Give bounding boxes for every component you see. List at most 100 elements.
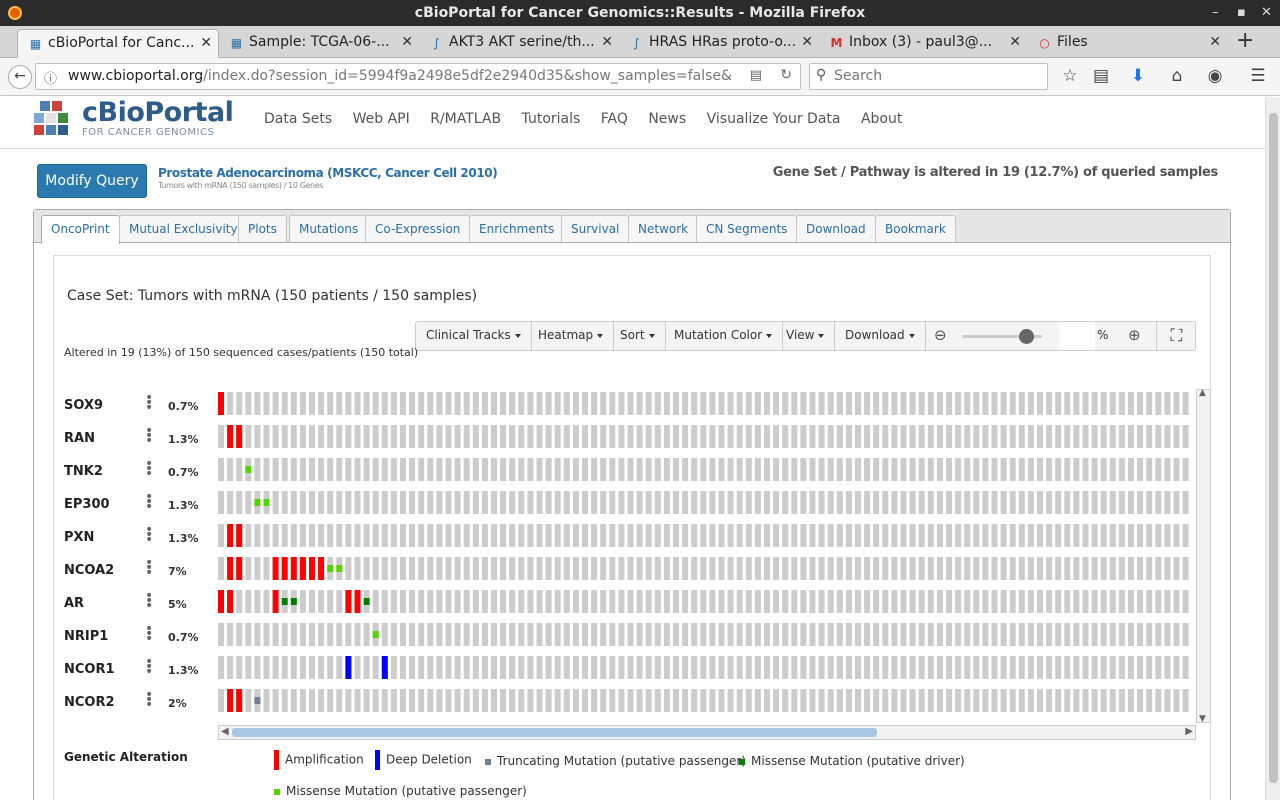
oncoprint-cell[interactable] bbox=[900, 689, 907, 712]
oncoprint-cell[interactable] bbox=[518, 557, 525, 580]
oncoprint-cell[interactable] bbox=[691, 524, 698, 547]
oncoprint-cell[interactable] bbox=[509, 458, 516, 481]
oncoprint-cell[interactable] bbox=[299, 524, 306, 547]
oncoprint-cell[interactable] bbox=[1073, 392, 1080, 415]
oncoprint-cell[interactable] bbox=[472, 689, 479, 712]
menu-tutorials[interactable]: Tutorials bbox=[522, 111, 581, 127]
oncoprint-cell[interactable] bbox=[318, 458, 325, 481]
oncoprint-cell[interactable] bbox=[663, 524, 670, 547]
oncoprint-cell[interactable] bbox=[336, 458, 343, 481]
oncoprint-cell[interactable] bbox=[427, 689, 434, 712]
oncoprint-cell[interactable] bbox=[627, 656, 634, 679]
oncoprint-cell[interactable] bbox=[527, 425, 534, 448]
oncoprint-cell[interactable] bbox=[909, 491, 916, 514]
oncoprint-cell[interactable] bbox=[691, 425, 698, 448]
close-window-icon[interactable]: ✕ bbox=[1261, 0, 1272, 26]
close-tab-icon[interactable]: ✕ bbox=[1009, 34, 1021, 50]
library-icon[interactable]: ▤ bbox=[1090, 66, 1112, 86]
oncoprint-cell[interactable] bbox=[436, 656, 443, 679]
oncoprint-cell[interactable] bbox=[527, 590, 534, 613]
oncoprint-cell[interactable] bbox=[418, 392, 425, 415]
oncoprint-cell[interactable] bbox=[509, 491, 516, 514]
oncoprint-cell[interactable] bbox=[782, 524, 789, 547]
oncoprint-cell[interactable] bbox=[754, 491, 761, 514]
oncoprint-cell[interactable] bbox=[927, 524, 934, 547]
oncoprint-cell[interactable] bbox=[636, 458, 643, 481]
oncoprint-cell[interactable] bbox=[946, 590, 952, 613]
oncoprint-cell[interactable] bbox=[582, 590, 588, 613]
oncoprint-cell[interactable] bbox=[1146, 491, 1153, 514]
oncoprint-cell[interactable] bbox=[909, 656, 916, 679]
oncoprint-cell[interactable] bbox=[427, 557, 434, 580]
oncoprint-cell[interactable] bbox=[218, 524, 224, 547]
oncoprint-cell[interactable] bbox=[991, 392, 998, 415]
oncoprint-cell[interactable] bbox=[691, 656, 698, 679]
oncoprint-cell[interactable] bbox=[745, 590, 752, 613]
oncoprint-cell[interactable] bbox=[545, 590, 552, 613]
oncoprint-cell[interactable] bbox=[827, 425, 834, 448]
browser-tab-sample[interactable]: ▦ Sample: TCGA-06-... ✕ bbox=[219, 29, 419, 58]
oncoprint-cell[interactable] bbox=[582, 392, 588, 415]
oncoprint-cell[interactable] bbox=[363, 392, 370, 415]
oncoprint-cell[interactable] bbox=[518, 689, 525, 712]
oncoprint-cell[interactable] bbox=[818, 392, 825, 415]
oncoprint-cell[interactable] bbox=[1109, 458, 1116, 481]
oncoprint-cell[interactable] bbox=[736, 656, 743, 679]
oncoprint-cell[interactable] bbox=[1091, 392, 1098, 415]
oncoprint-cell[interactable] bbox=[818, 458, 825, 481]
oncoprint-cell[interactable] bbox=[463, 590, 470, 613]
oncoprint-cell[interactable] bbox=[627, 590, 634, 613]
oncoprint-cell[interactable] bbox=[427, 623, 434, 646]
oncoprint-cell[interactable] bbox=[845, 656, 852, 679]
oncoprint-cell[interactable] bbox=[1073, 656, 1080, 679]
oncoprint-cell[interactable] bbox=[527, 689, 534, 712]
oncoprint-cell[interactable] bbox=[1027, 524, 1034, 547]
oncoprint-cell[interactable] bbox=[572, 656, 579, 679]
oncoprint-cell[interactable] bbox=[727, 425, 734, 448]
oncoprint-cell[interactable] bbox=[782, 557, 789, 580]
oncoprint-cell[interactable] bbox=[1055, 557, 1062, 580]
oncoprint-cell[interactable] bbox=[336, 425, 343, 448]
oncoprint-cell[interactable] bbox=[318, 425, 325, 448]
oncoprint-cell[interactable] bbox=[900, 623, 907, 646]
oncoprint-cell[interactable] bbox=[927, 656, 934, 679]
oncoprint-cell[interactable] bbox=[700, 524, 707, 547]
oncoprint-cell[interactable] bbox=[445, 557, 452, 580]
oncoprint-cell[interactable] bbox=[1018, 656, 1025, 679]
oncoprint-cell[interactable] bbox=[1018, 392, 1025, 415]
oncoprint-cell[interactable] bbox=[809, 689, 816, 712]
oncoprint-cell[interactable] bbox=[882, 491, 889, 514]
oncoprint-cell[interactable] bbox=[836, 524, 843, 547]
oncoprint-cell[interactable] bbox=[754, 590, 761, 613]
oncoprint-cell[interactable] bbox=[1146, 557, 1153, 580]
oncoprint-cell[interactable] bbox=[327, 392, 334, 415]
modify-query-button[interactable]: Modify Query bbox=[37, 164, 147, 198]
oncoprint-cell[interactable] bbox=[345, 425, 352, 448]
oncoprint-cell[interactable] bbox=[1091, 491, 1098, 514]
oncoprint-cell[interactable] bbox=[1009, 623, 1016, 646]
oncoprint-cell[interactable] bbox=[1109, 689, 1116, 712]
oncoprint-cell[interactable] bbox=[363, 623, 370, 646]
oncoprint-cell[interactable] bbox=[682, 491, 689, 514]
oncoprint-cell[interactable] bbox=[427, 524, 434, 547]
scroll-left-icon[interactable]: ◀ bbox=[221, 726, 229, 737]
oncoprint-cell[interactable] bbox=[1182, 656, 1189, 679]
oncoprint-cell[interactable] bbox=[636, 392, 643, 415]
oncoprint-cell[interactable] bbox=[663, 458, 670, 481]
oncoprint-cell[interactable] bbox=[309, 491, 315, 514]
alteration-amp[interactable] bbox=[281, 557, 288, 580]
oncoprint-cell[interactable] bbox=[327, 524, 334, 547]
tab-enrichments[interactable]: Enrichments bbox=[469, 215, 565, 242]
oncoprint-cell[interactable] bbox=[782, 656, 789, 679]
oncoprint-cell[interactable] bbox=[409, 524, 416, 547]
oncoprint-cell[interactable] bbox=[527, 458, 534, 481]
oncoprint-cell[interactable] bbox=[1000, 656, 1007, 679]
oncoprint-cell[interactable] bbox=[1109, 491, 1116, 514]
oncoprint-cell[interactable] bbox=[299, 590, 306, 613]
oncoprint-cell[interactable] bbox=[873, 689, 880, 712]
oncoprint-cell[interactable] bbox=[1082, 425, 1089, 448]
oncoprint-cell[interactable] bbox=[936, 656, 943, 679]
alteration-homdel[interactable] bbox=[345, 656, 352, 679]
oncoprint-cell[interactable] bbox=[1146, 689, 1153, 712]
oncoprint-cell[interactable] bbox=[536, 557, 543, 580]
